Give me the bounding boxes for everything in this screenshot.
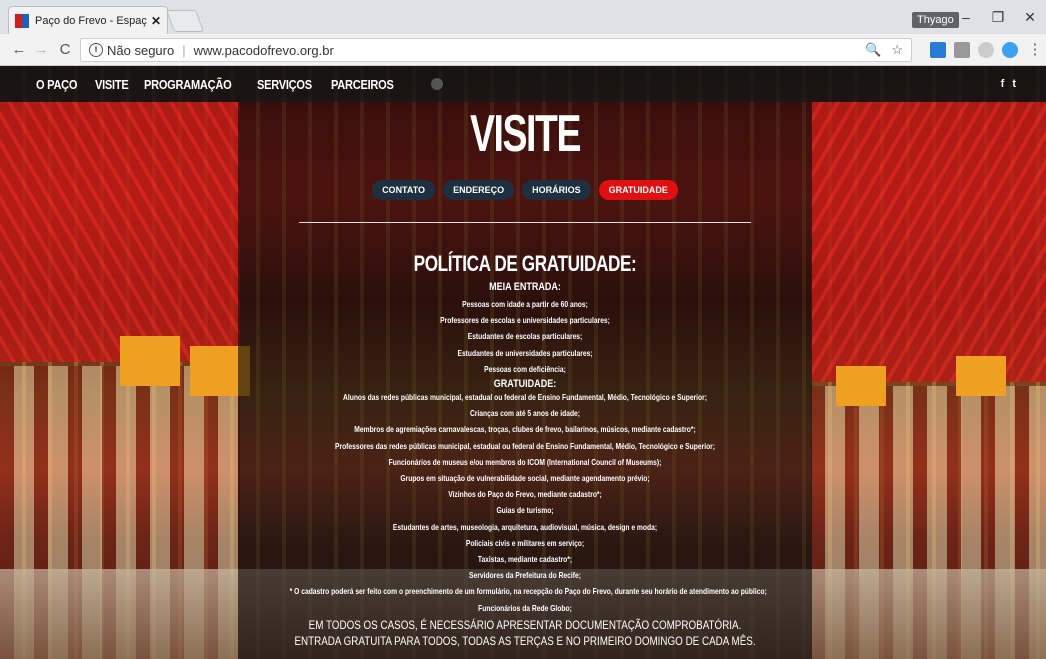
background-photo <box>0 102 240 362</box>
list-item: Grupos em situação de vulnerabilidade so… <box>400 474 650 484</box>
address-bar[interactable]: i Não seguro | www.pacodofrevo.org.br 🔍 … <box>80 38 912 62</box>
list-item: Taxistas, mediante cadastro*; <box>477 555 573 565</box>
facebook-icon[interactable]: f <box>1001 78 1005 90</box>
new-tab-button[interactable] <box>165 10 205 32</box>
background-photo <box>956 356 1006 396</box>
main-content: VISITE CONTATO ENDEREÇO HORÁRIOS GRATUID… <box>238 102 812 649</box>
page-title: VISITE <box>470 105 581 163</box>
info-icon[interactable]: i <box>89 43 103 57</box>
list-item: Vizinhos do Paço do Frevo, mediante cada… <box>448 490 602 500</box>
social-links: f t <box>1001 78 1016 90</box>
twitter-icon[interactable]: t <box>1012 78 1016 90</box>
tab-contato[interactable]: CONTATO <box>372 180 436 200</box>
back-button[interactable]: ← <box>8 39 30 61</box>
forward-button[interactable]: → <box>30 39 52 61</box>
tab-close-icon[interactable]: ✕ <box>151 14 161 28</box>
background-photo <box>811 102 1046 382</box>
browser-toolbar: ← → C i Não seguro | www.pacodofrevo.org… <box>0 34 1046 66</box>
zoom-icon[interactable]: 🔍 <box>865 42 881 58</box>
meia-entrada-title: MEIA ENTRADA: <box>489 281 561 293</box>
browser-tab-strip: Paço do Frevo - Espaço d ✕ Thyago – ❐ ✕ <box>0 0 1046 34</box>
list-item: Policiais civis e militares em serviço; <box>465 538 585 548</box>
list-item: Funcionários da Rede Globo; <box>478 603 572 613</box>
site-favicon-icon <box>15 13 29 28</box>
reload-button[interactable]: C <box>54 39 76 61</box>
list-item: Membros de agremiações carnavalescas, tr… <box>354 425 696 435</box>
language-icon[interactable] <box>430 78 443 90</box>
extension-icon[interactable] <box>954 42 970 58</box>
list-item: Estudantes de escolas particulares; <box>467 332 583 342</box>
extension-icon[interactable] <box>978 42 994 58</box>
extension-icon[interactable] <box>1002 42 1018 58</box>
bookmark-star-icon[interactable]: ☆ <box>891 42 903 58</box>
background-photo <box>120 336 180 386</box>
minimize-button[interactable]: – <box>952 6 980 28</box>
security-label: Não seguro <box>107 42 175 58</box>
nav-item-visite[interactable]: VISITE <box>95 77 129 92</box>
omnibox-actions: 🔍 ☆ <box>865 42 903 58</box>
tab-gratuidade[interactable]: GRATUIDADE <box>598 180 678 200</box>
documentation-note: EM TODOS OS CASOS, É NECESSÁRIO APRESENT… <box>308 617 742 632</box>
separator: | <box>182 42 186 58</box>
nav-item-programacao[interactable]: PROGRAMAÇÃO <box>144 77 232 92</box>
page-viewport: O PAÇO VISITE PROGRAMAÇÃO SERVIÇOS PARCE… <box>0 66 1046 659</box>
list-item: Estudantes de universidades particulares… <box>457 348 593 358</box>
list-item: Estudantes de artes, museologia, arquite… <box>392 522 658 532</box>
list-item: Professores das redes públicas municipal… <box>334 441 716 451</box>
browser-tab[interactable]: Paço do Frevo - Espaço d ✕ <box>8 6 168 34</box>
url-text[interactable]: www.pacodofrevo.org.br <box>194 43 334 58</box>
nav-item-parceiros[interactable]: PARCEIROS <box>331 77 394 92</box>
extension-icon[interactable] <box>930 42 946 58</box>
site-navbar: O PAÇO VISITE PROGRAMAÇÃO SERVIÇOS PARCE… <box>0 66 1046 102</box>
nav-item-servicos[interactable]: SERVIÇOS <box>257 77 312 92</box>
nav-item-o-paco[interactable]: O PAÇO <box>36 77 78 92</box>
free-entry-note: ENTRADA GRATUITA PARA TODOS, TODAS AS TE… <box>294 633 756 648</box>
list-item: Funcionários de museus e/ou membros do I… <box>388 457 662 467</box>
list-item: Pessoas com idade a partir de 60 anos; <box>462 300 588 309</box>
list-item: Guias de turismo; <box>496 506 554 516</box>
gratuidade-title: GRATUIDADE: <box>493 378 557 391</box>
divider <box>299 222 751 223</box>
section-tabs: CONTATO ENDEREÇO HORÁRIOS GRATUIDADE <box>238 180 812 200</box>
list-item: Alunos das redes públicas municipal, est… <box>343 393 707 403</box>
list-item: Professores de escolas e universidades p… <box>440 316 610 326</box>
footnote: * O cadastro poderá ser feito com o pree… <box>289 587 767 597</box>
maximize-button[interactable]: ❐ <box>984 6 1012 28</box>
list-item: Pessoas com deficiência; <box>484 364 566 374</box>
list-item: Servidores da Prefeitura do Recife; <box>469 571 581 581</box>
policy-title: POLÍTICA DE GRATUIDADE: <box>413 251 637 276</box>
tab-horarios[interactable]: HORÁRIOS <box>522 180 591 200</box>
close-window-button[interactable]: ✕ <box>1016 6 1044 28</box>
list-item: Crianças com até 5 anos de idade; <box>469 409 581 419</box>
tab-endereco[interactable]: ENDEREÇO <box>443 180 515 200</box>
browser-menu-icon[interactable]: ⋮ <box>1024 39 1046 61</box>
tab-title: Paço do Frevo - Espaço d <box>35 14 147 27</box>
